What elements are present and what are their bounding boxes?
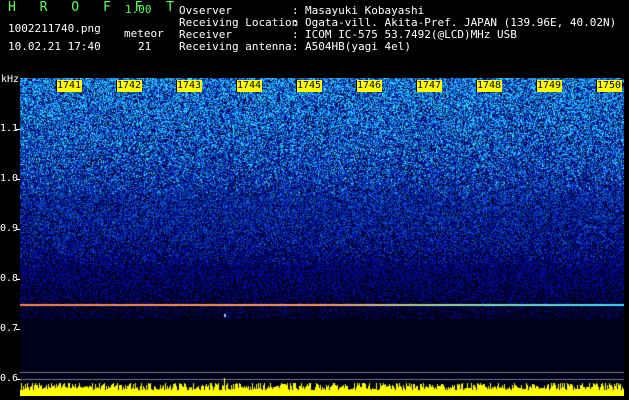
capture-datetime: 10.02.21 17:40 (8, 40, 101, 53)
spectrogram-canvas (20, 78, 624, 396)
time-tick: 1747 (416, 80, 443, 92)
y-axis-unit: kHz (1, 74, 20, 85)
time-tick: 1742 (116, 80, 143, 92)
app-version: 1.00 (125, 3, 152, 16)
hrofft-screen: H R O F F T 1.00 1002211740.png meteor 1… (0, 0, 629, 400)
file-name: 1002211740.png (8, 22, 101, 35)
time-tick: 1741 (56, 80, 83, 92)
time-tick: 1745 (296, 80, 323, 92)
meteor-label: meteor (124, 27, 164, 40)
time-tick: 1748 (476, 80, 503, 92)
info-colon: : (292, 40, 299, 53)
info-value-antenna: A504HB(yagi 4el) (305, 40, 411, 53)
spectrogram (20, 78, 624, 396)
time-tick: 1746 (356, 80, 383, 92)
time-tick: 1749 (536, 80, 563, 92)
time-tick: 1744 (236, 80, 263, 92)
meteor-count: 21 (138, 40, 152, 53)
time-tick: 1750 (596, 80, 623, 92)
time-tick: 1743 (176, 80, 203, 92)
info-key-antenna: Receiving antenna (179, 40, 292, 53)
app-brand: H R O F F T (8, 0, 183, 15)
